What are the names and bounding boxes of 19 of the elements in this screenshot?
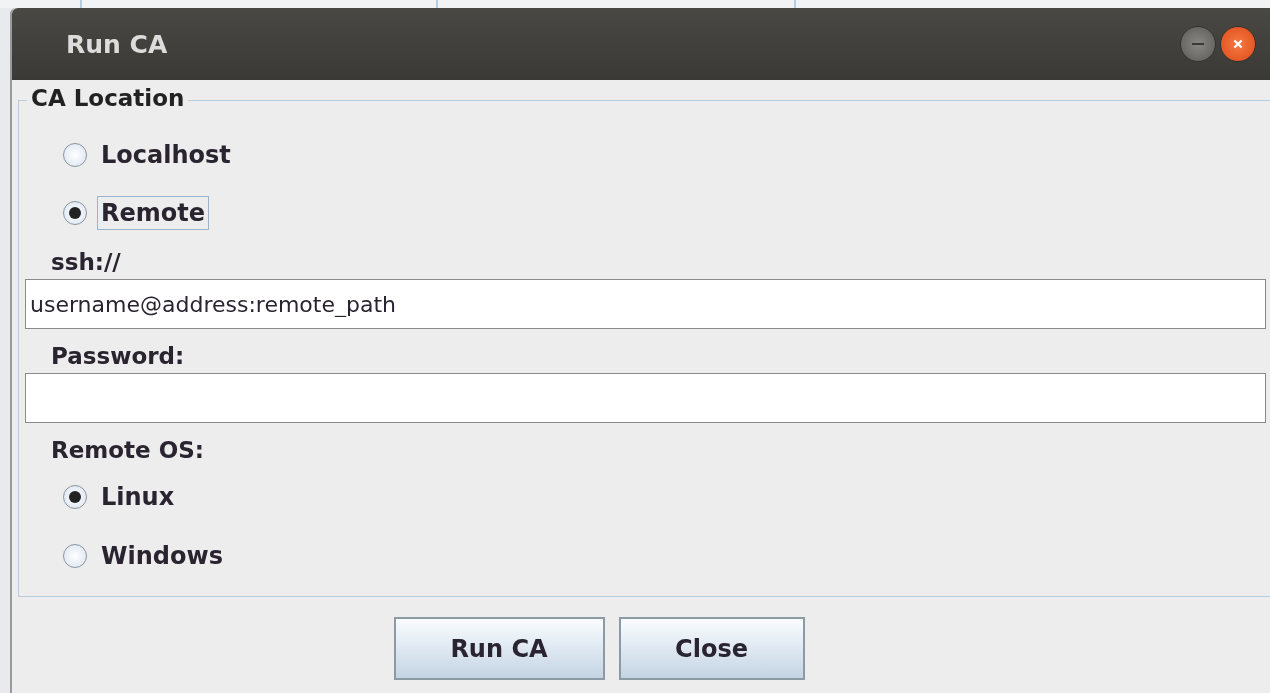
dialog-button[interactable]: Close: [618, 617, 805, 680]
dialog-button[interactable]: Run CA: [393, 617, 605, 680]
radio-label[interactable]: Windows: [97, 539, 227, 573]
password-field[interactable]: [25, 373, 1266, 423]
radio-button[interactable]: [63, 544, 87, 568]
radio-label[interactable]: Remote: [97, 196, 209, 230]
radio-label[interactable]: Localhost: [97, 138, 235, 172]
close-button[interactable]: [1220, 26, 1256, 62]
minimize-icon: [1192, 43, 1204, 45]
radio-label[interactable]: Linux: [97, 480, 179, 514]
radio-button[interactable]: [63, 201, 87, 225]
radio-button[interactable]: [63, 485, 87, 509]
radio-button[interactable]: [63, 143, 87, 167]
field-label: Remote OS:: [50, 436, 205, 463]
field-label: ssh://: [50, 248, 122, 275]
field-label: Password:: [50, 342, 186, 369]
close-icon: [1232, 38, 1244, 50]
window-title: Run CA: [66, 29, 168, 59]
input-field[interactable]: username@address:remote_path: [25, 279, 1266, 329]
